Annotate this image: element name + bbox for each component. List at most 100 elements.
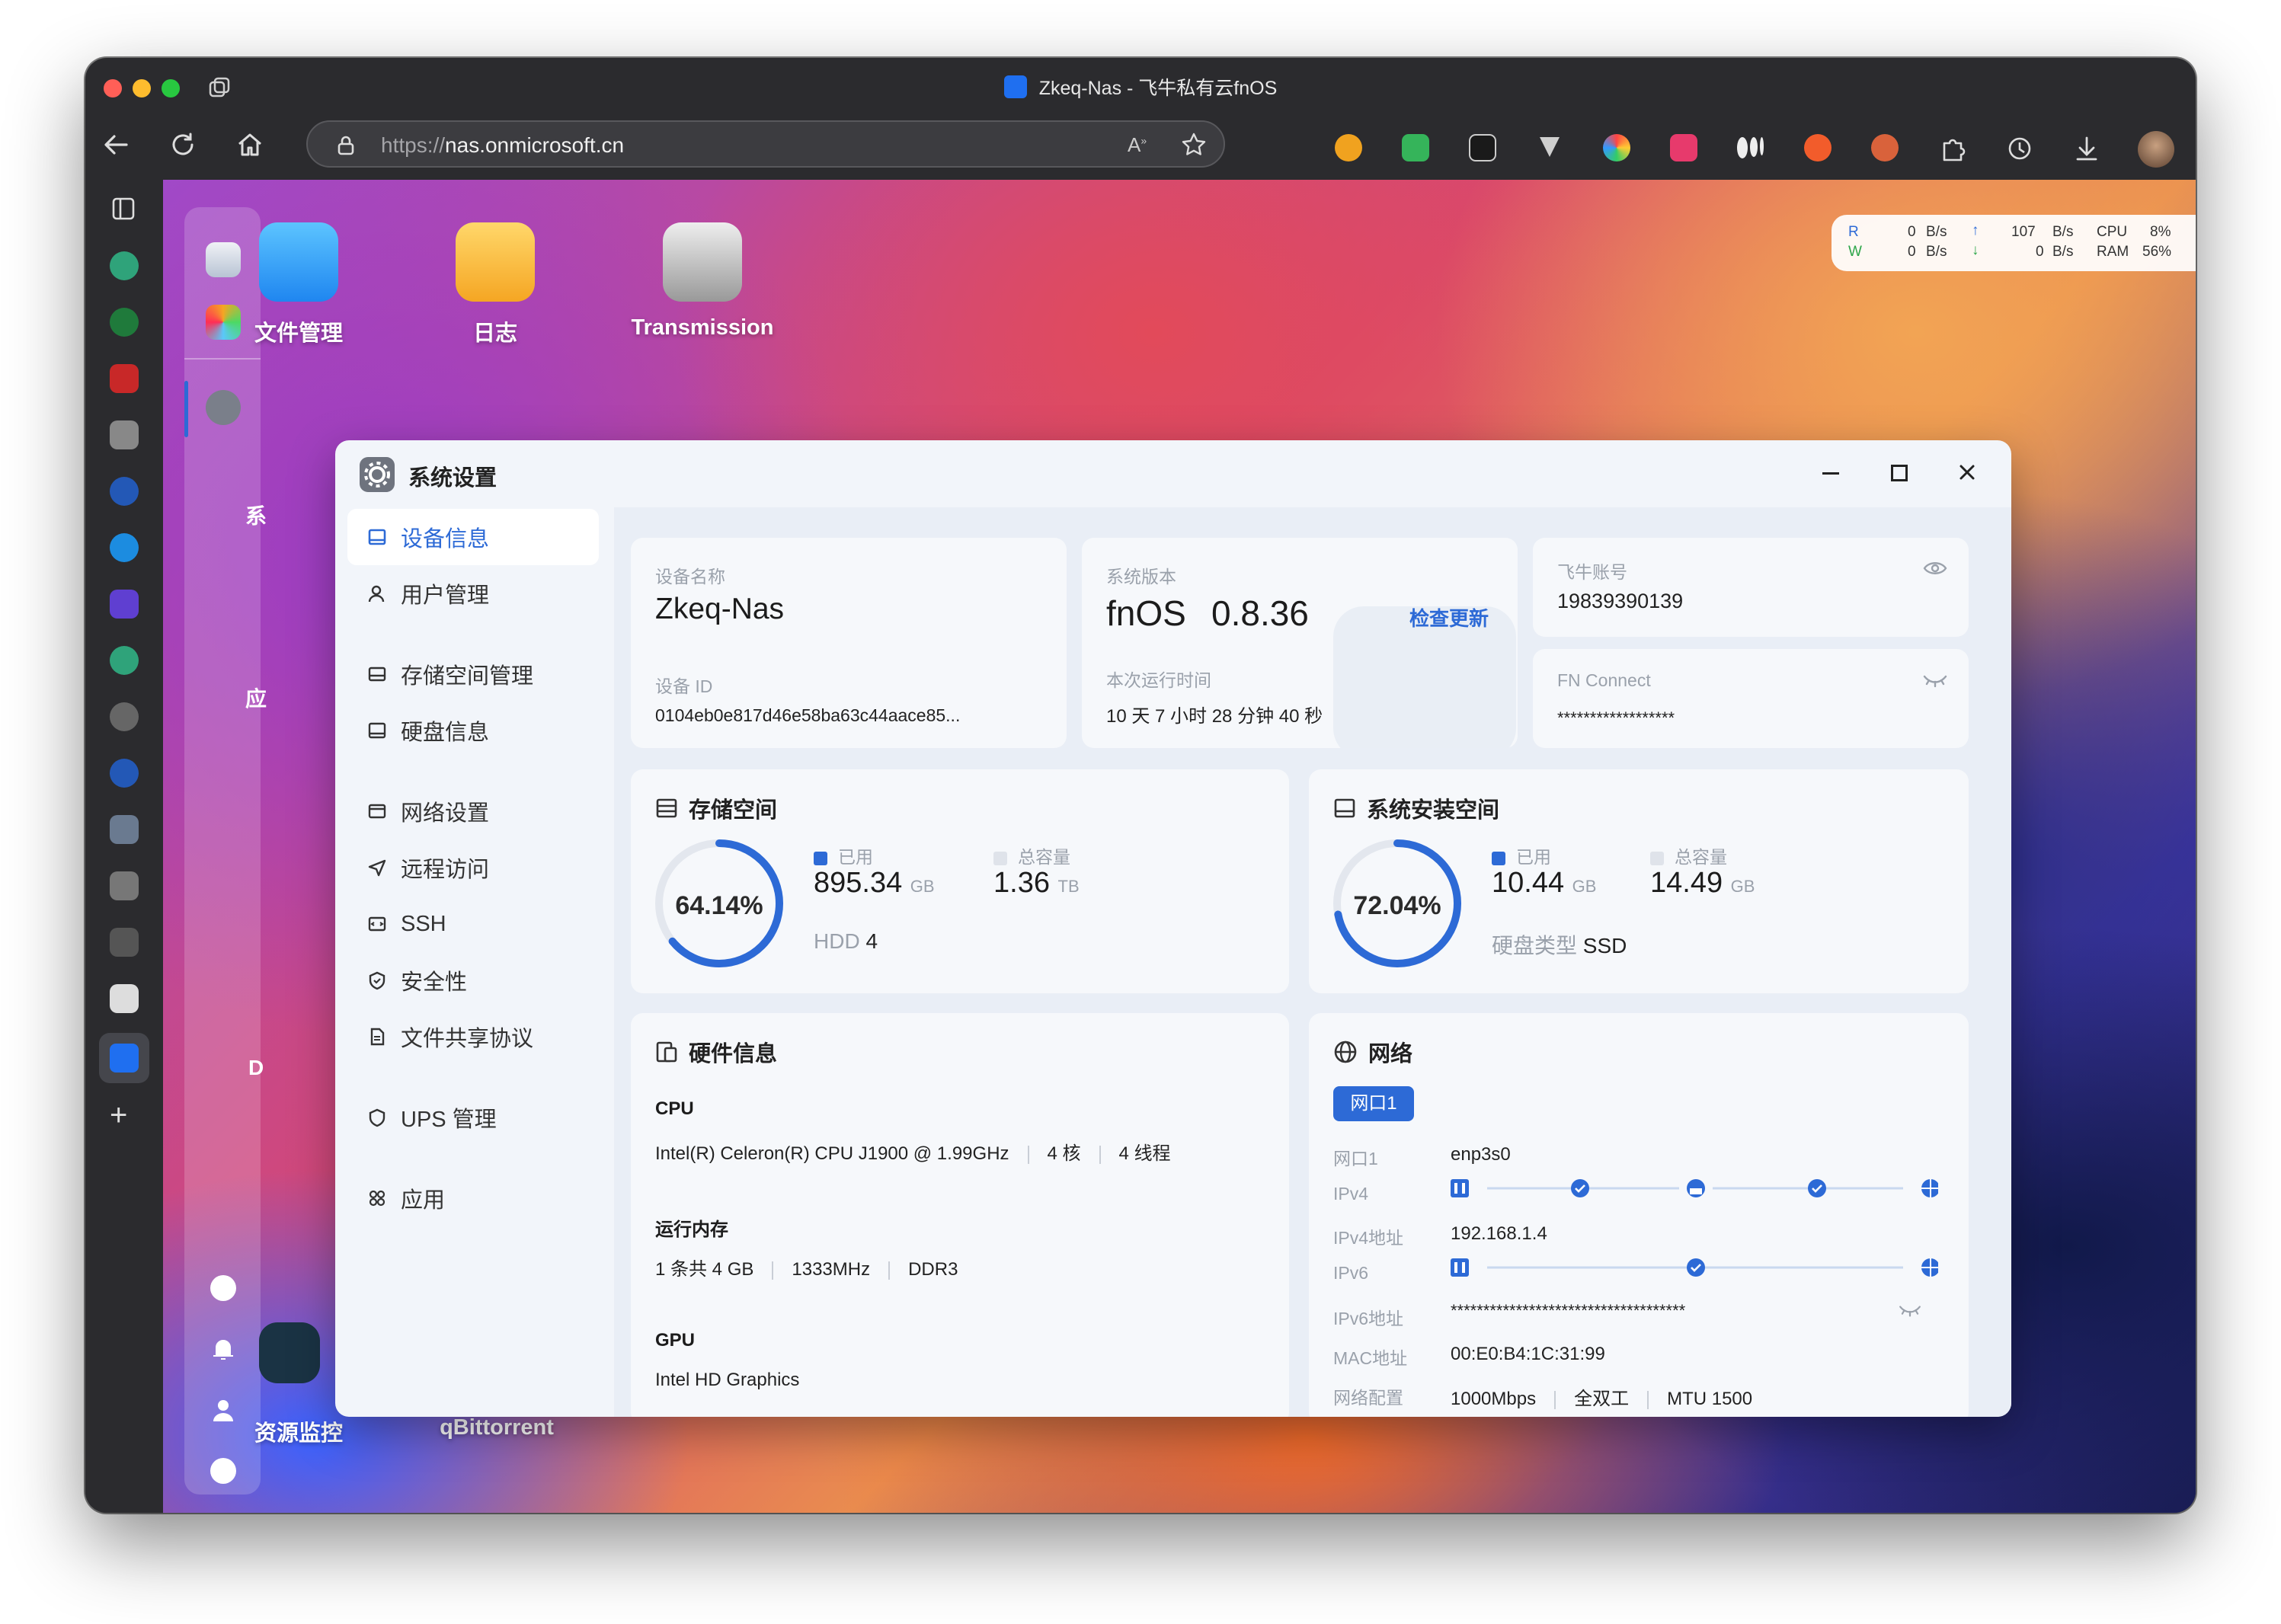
extension-glasses-icon[interactable] <box>1469 134 1496 161</box>
chatgpt-2-icon[interactable] <box>110 646 139 675</box>
nav-remote-access[interactable]: 远程访问 <box>347 839 599 896</box>
heart-app-icon[interactable] <box>110 590 139 619</box>
dock-settings-icon[interactable] <box>210 1458 236 1484</box>
red-app-icon[interactable] <box>110 364 139 393</box>
eye-closed-icon[interactable] <box>1923 672 1947 690</box>
nav-ups-management[interactable]: UPS 管理 <box>347 1089 599 1146</box>
network-title: 网络 <box>1333 1036 1412 1068</box>
divider <box>1554 1390 1556 1409</box>
search-app-icon[interactable] <box>110 477 139 506</box>
divider <box>1647 1390 1649 1409</box>
gpu-label: GPU <box>655 1330 696 1351</box>
close-icon[interactable] <box>1956 462 1978 483</box>
port-tab[interactable]: 网口1 <box>1333 1086 1414 1121</box>
home-button[interactable] <box>235 129 265 160</box>
nav-user-management[interactable]: 用户管理 <box>347 565 599 622</box>
network-monitor-widget[interactable]: R W 0 B/s 0 B/s ↑ ↓ 107 B/s 0 B/s CPU RA… <box>1832 215 2196 271</box>
nav-file-sharing[interactable]: 文件共享协议 <box>347 1009 599 1065</box>
extension-orange-icon[interactable] <box>1335 134 1362 161</box>
url-text[interactable]: https://nas.onmicrosoft.cn <box>381 133 624 158</box>
divider <box>772 1261 774 1280</box>
download-unit: B/s <box>2052 244 2074 260</box>
pen-app-icon[interactable] <box>110 871 139 900</box>
reload-button[interactable] <box>168 129 198 160</box>
disk-icon <box>364 721 390 740</box>
maximize-icon[interactable] <box>1891 465 1908 481</box>
fn-connect-label: FN Connect <box>1557 670 1651 690</box>
transmission-app-icon[interactable] <box>663 222 742 302</box>
favorite-star-icon[interactable] <box>1181 132 1207 158</box>
os-version: 0.8.36 <box>1211 593 1309 633</box>
ups-shield-icon <box>364 1108 390 1127</box>
add-sidebar-app-icon[interactable]: + <box>110 1098 127 1133</box>
memory-label: 运行内存 <box>655 1220 728 1240</box>
partial-desktop-label: 系 <box>245 504 267 528</box>
extension-cookie-icon[interactable] <box>1871 134 1899 161</box>
back-button[interactable] <box>101 129 131 160</box>
nav-security[interactable]: 安全性 <box>347 952 599 1009</box>
image-app-icon[interactable] <box>110 420 139 449</box>
extension-color-icon[interactable] <box>1603 134 1630 161</box>
ipv6-eye-closed-icon[interactable] <box>1899 1303 1921 1319</box>
profile-avatar[interactable] <box>2138 131 2174 168</box>
extension-v-icon[interactable] <box>1536 133 1563 160</box>
storage-icon <box>364 664 390 684</box>
minimize-icon[interactable] <box>1822 472 1839 475</box>
device-id: 0104eb0e817d46e58ba63c44aace85... <box>655 705 961 725</box>
qr-app-icon[interactable] <box>110 984 139 1013</box>
nav-storage-management[interactable]: 存储空间管理 <box>347 646 599 702</box>
log-app-icon[interactable] <box>456 222 535 302</box>
history-icon[interactable] <box>2005 134 2034 163</box>
lock-icon[interactable] <box>335 135 357 156</box>
extension-postman-icon[interactable] <box>1804 134 1832 161</box>
globe-app-icon[interactable] <box>110 702 139 731</box>
copilot-icon[interactable] <box>110 533 139 562</box>
download-speed: 0 <box>2036 244 2044 260</box>
nav-disk-info[interactable]: 硬盘信息 <box>347 702 599 759</box>
nav-apps[interactable]: 应用 <box>347 1170 599 1226</box>
read-aloud-icon[interactable]: A» <box>1128 133 1147 157</box>
terminal-app-icon[interactable] <box>110 928 139 957</box>
download-arrow-icon: ↓ <box>1972 242 1979 258</box>
version-label: 系统版本 <box>1106 567 1176 587</box>
extension-code-icon[interactable] <box>1402 134 1429 161</box>
dock-divider <box>184 358 261 360</box>
photo-app-icon[interactable] <box>110 815 139 844</box>
settings-gear-icon[interactable] <box>206 390 241 425</box>
device-card: 设备名称 Zkeq-Nas 设备 ID 0104eb0e817d46e58ba6… <box>631 538 1067 748</box>
nav-device-info[interactable]: 设备信息 <box>347 509 599 565</box>
ipv4-topology <box>1451 1179 1938 1197</box>
fnos-active-tab-icon[interactable] <box>99 1033 149 1083</box>
globe-icon <box>1334 1041 1357 1063</box>
file-manager-app-icon[interactable] <box>259 222 338 302</box>
storage-icon <box>656 798 677 818</box>
search-2-app-icon[interactable] <box>110 759 139 788</box>
bell-icon[interactable] <box>210 1336 236 1362</box>
eye-icon[interactable] <box>1923 559 1947 577</box>
divider <box>1027 1145 1029 1164</box>
total-label: 总容量 <box>993 842 1070 868</box>
downloads-icon[interactable] <box>2072 134 2101 163</box>
nav-network-settings[interactable]: 网络设置 <box>347 783 599 839</box>
user-icon <box>364 583 390 603</box>
extensions-puzzle-icon[interactable] <box>1938 134 1967 163</box>
sidebar-toggle-icon[interactable] <box>110 195 137 222</box>
uptime-label: 本次运行时间 <box>1106 670 1211 690</box>
extension-translate-icon[interactable] <box>1670 134 1697 161</box>
write-unit: B/s <box>1926 244 1947 260</box>
title-bar: Zkeq-Nas - 飞牛私有云fnOS <box>85 58 2196 116</box>
system-storage-card: 系统安装空间 72.04% 已用 10.44 GB 总容量 14.49 GB 硬… <box>1309 769 1969 993</box>
ipv6-label: IPv6 <box>1333 1263 1369 1283</box>
total-value: 1.36 TB <box>993 867 1080 899</box>
check-update-link[interactable]: 检查更新 <box>1409 603 1489 631</box>
ipv6-address: ************************************ <box>1451 1301 1686 1320</box>
transfer-icon[interactable] <box>210 1275 236 1301</box>
extension-medium-icon[interactable] <box>1737 137 1764 158</box>
desktop-icon[interactable] <box>206 242 241 277</box>
sys-total-value: 14.49 GB <box>1650 867 1755 899</box>
green-app-icon[interactable] <box>110 308 139 337</box>
chatgpt-icon[interactable] <box>110 251 139 280</box>
resource-monitor-app-icon[interactable] <box>259 1322 320 1383</box>
nav-ssh[interactable]: SSH <box>347 896 599 952</box>
address-bar[interactable]: https://nas.onmicrosoft.cn A» <box>306 120 1225 168</box>
